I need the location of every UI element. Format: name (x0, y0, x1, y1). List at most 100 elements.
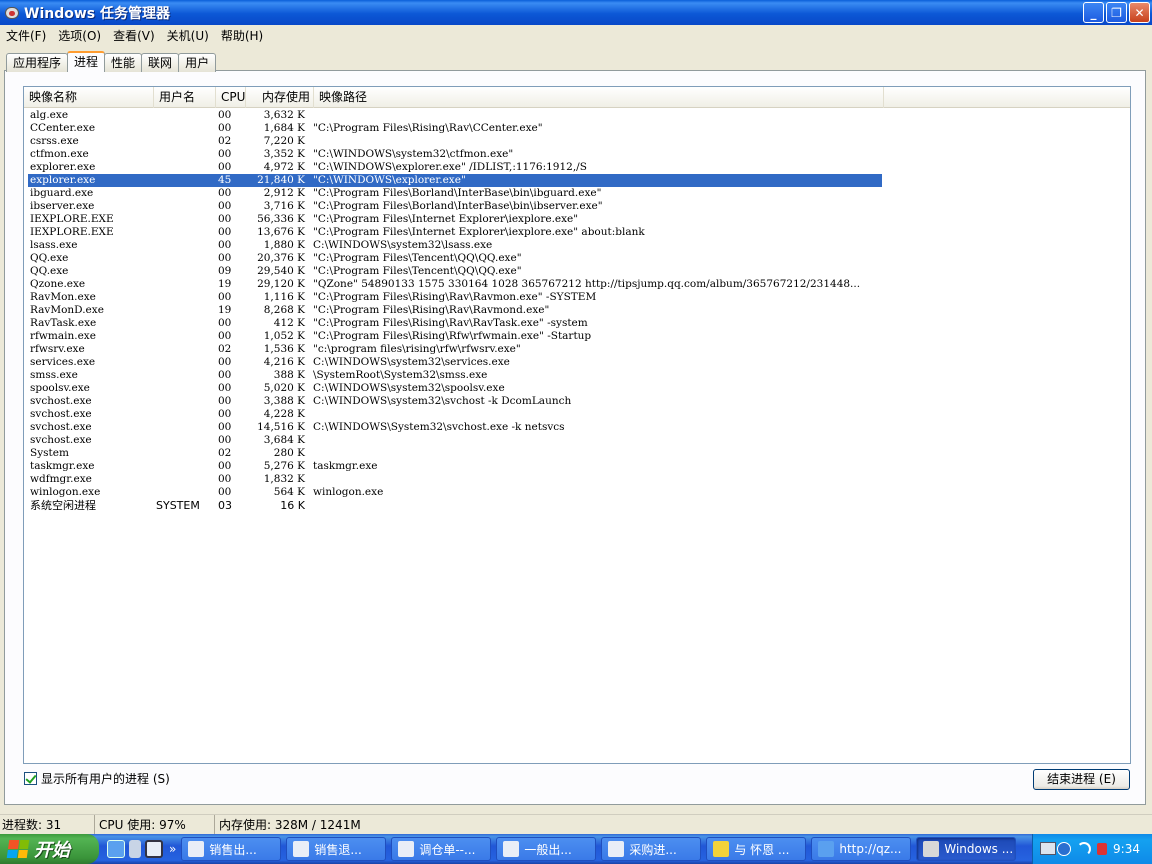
process-row[interactable]: IEXPLORE.EXE 00 56,336 K "C:\Program Files\… (28, 213, 882, 226)
process-row[interactable]: QQ.exe 00 20,376 K "C:\Program Files\Tencen… (28, 252, 882, 265)
process-row[interactable]: svchost.exe 00 3,388 K C:\WINDOWS\system32\… (28, 395, 882, 408)
process-path: "C:\WINDOWS\explorer.exe" /IDLIST,:1176:… (313, 161, 587, 173)
process-row[interactable]: rfwmain.exe 00 1,052 K "C:\Program Files\Ri… (28, 330, 882, 343)
process-path: C:\WINDOWS\system32\services.exe (313, 356, 510, 368)
minimize-button[interactable]: _ (1083, 2, 1104, 23)
process-row[interactable]: svchost.exe 00 14,516 K C:\WINDOWS\System32… (28, 421, 882, 434)
menu-file[interactable]: 文件(F) (0, 27, 52, 44)
tab-networking[interactable]: 联网 (141, 53, 180, 72)
process-cpu: 00 (218, 213, 232, 225)
tab-users[interactable]: 用户 (178, 53, 217, 72)
ie-icon (818, 841, 835, 857)
taskbar-button[interactable]: Windows ... (916, 837, 1017, 861)
taskbar-button[interactable]: 一般出... (496, 837, 597, 861)
process-row[interactable]: Qzone.exe 19 29,120 K "QZone" 54890133 1575… (28, 278, 882, 291)
taskbar-button[interactable]: 销售出... (181, 837, 282, 861)
restore-button[interactable]: ❐ (1106, 2, 1127, 23)
process-row[interactable]: RavMon.exe 00 1,116 K "C:\Program Files\Ris… (28, 291, 882, 304)
process-row[interactable]: alg.exe 00 3,632 K (28, 109, 882, 122)
process-user (154, 226, 216, 239)
process-path: C:\WINDOWS\system32\spoolsv.exe (313, 382, 505, 394)
tab-applications[interactable]: 应用程序 (6, 53, 69, 72)
tab-processes[interactable]: 进程 (67, 51, 106, 72)
process-row[interactable]: explorer.exe 00 4,972 K "C:\WINDOWS\explore… (28, 161, 882, 174)
document-quicklaunch-icon[interactable] (129, 840, 141, 858)
process-row[interactable]: services.exe 00 4,216 K C:\WINDOWS\system32… (28, 356, 882, 369)
process-row[interactable]: ibserver.exe 00 3,716 K "C:\Program Files\B… (28, 200, 882, 213)
taskbar-buttons: 销售出... 销售退... 调仓单--... 一般出... 采购进... 与 怀恩 ...… (176, 837, 1017, 861)
process-list[interactable]: 映像名称 用户名 CPU 内存使用 映像路径 alg.exe 00 3,632 KC… (23, 86, 1131, 764)
taskbar-button[interactable]: 调仓单--... (391, 837, 492, 861)
process-row[interactable]: CCenter.exe 00 1,684 K "C:\Program Files\Ri… (28, 122, 882, 135)
process-cpu: 00 (218, 369, 232, 381)
desktop-quicklaunch-icon[interactable] (145, 840, 163, 858)
process-row[interactable]: System 02 280 K (28, 447, 882, 460)
back-arrow-icon[interactable] (1057, 842, 1072, 856)
process-cpu: 02 (218, 343, 232, 355)
taskbar-button[interactable]: http://qz... (811, 837, 912, 861)
process-name: RavMon.exe (30, 291, 96, 303)
end-process-button[interactable]: 结束进程 (E) (1033, 769, 1130, 790)
process-memory: 5,020 K (263, 382, 305, 394)
process-user (154, 122, 216, 135)
process-row[interactable]: svchost.exe 00 4,228 K (28, 408, 882, 421)
process-row[interactable]: smss.exe 00 388 K \SystemRoot\System32\smss… (28, 369, 882, 382)
process-cpu: 00 (218, 421, 232, 433)
menu-view[interactable]: 查看(V) (107, 27, 161, 44)
process-row[interactable]: IEXPLORE.EXE 00 13,676 K "C:\Program Files\… (28, 226, 882, 239)
ie-quicklaunch-icon[interactable] (107, 840, 125, 858)
process-row[interactable]: rfwsrv.exe 02 1,536 K "c:\program files\ris… (28, 343, 882, 356)
quicklaunch-more-icon[interactable]: » (169, 842, 176, 856)
process-row[interactable]: wdfmgr.exe 00 1,832 K (28, 473, 882, 486)
keyboard-language-icon[interactable] (1040, 842, 1056, 855)
process-row[interactable]: lsass.exe 00 1,880 K C:\WINDOWS\system32\ls… (28, 239, 882, 252)
wifi-icon[interactable] (1077, 842, 1092, 856)
taskbar-button[interactable]: 采购进... (601, 837, 702, 861)
process-path: "C:\Program Files\Borland\InterBase\bin\… (313, 200, 603, 212)
process-path: "C:\Program Files\Rising\Rav\CCenter.exe… (313, 122, 543, 134)
show-all-users-checkbox[interactable] (24, 772, 37, 785)
column-header-user[interactable]: 用户名 (154, 87, 216, 108)
process-memory: 4,216 K (263, 356, 305, 368)
process-row[interactable]: 系统空闲进程 SYSTEM 03 16 K (28, 499, 882, 513)
process-row[interactable]: ctfmon.exe 00 3,352 K "C:\WINDOWS\system32\… (28, 148, 882, 161)
process-row[interactable]: winlogon.exe 00 564 K winlogon.exe (28, 486, 882, 499)
close-button[interactable]: ✕ (1129, 2, 1150, 23)
process-user (154, 148, 216, 161)
show-all-users-option[interactable]: 显示所有用户的进程 (S) (24, 770, 170, 787)
process-cpu: 00 (218, 252, 232, 264)
process-row[interactable]: RavMonD.exe 19 8,268 K "C:\Program Files\Ri… (28, 304, 882, 317)
column-header-cpu[interactable]: CPU (216, 87, 246, 108)
process-user (154, 304, 216, 317)
process-memory: 4,972 K (263, 161, 305, 173)
tab-performance[interactable]: 性能 (104, 53, 143, 72)
taskbar-button-label: 与 怀恩 ... (734, 842, 790, 857)
menu-help[interactable]: 帮助(H) (215, 27, 269, 44)
start-button[interactable]: 开始 (0, 834, 99, 864)
column-header-name[interactable]: 映像名称 (24, 87, 154, 108)
process-row[interactable]: spoolsv.exe 00 5,020 K C:\WINDOWS\system32\… (28, 382, 882, 395)
column-header-path[interactable]: 映像路径 (314, 87, 884, 108)
process-row[interactable]: RavTask.exe 00 412 K "C:\Program Files\Risi… (28, 317, 882, 330)
process-row[interactable]: svchost.exe 00 3,684 K (28, 434, 882, 447)
title-bar[interactable]: Windows 任务管理器 _ ❐ ✕ (0, 0, 1152, 25)
process-row[interactable]: QQ.exe 09 29,540 K "C:\Program Files\Tencen… (28, 265, 882, 278)
menu-options[interactable]: 选项(O) (52, 27, 107, 44)
taskbar-button[interactable]: 与 怀恩 ... (706, 837, 807, 861)
process-path: C:\WINDOWS\System32\svchost.exe -k netsv… (313, 421, 565, 433)
taskbar-button-label: 销售退... (314, 842, 362, 857)
process-row[interactable]: taskmgr.exe 00 5,276 K taskmgr.exe (28, 460, 882, 473)
process-row[interactable]: explorer.exe 45 21,840 K "C:\WINDOWS\explor… (27, 173, 883, 188)
rising-antivirus-icon[interactable] (1097, 843, 1108, 855)
process-name: System (30, 447, 69, 459)
process-row[interactable]: csrss.exe 02 7,220 K (28, 135, 882, 148)
status-cpu-usage: CPU 使用: 97% (95, 815, 215, 835)
process-name: RavMonD.exe (30, 304, 104, 316)
menu-shutdown[interactable]: 关机(U) (161, 27, 215, 44)
process-memory: 29,540 K (257, 265, 305, 277)
taskbar-button[interactable]: 销售退... (286, 837, 387, 861)
window-title: Windows 任务管理器 (24, 5, 170, 22)
taskbar-button-label: 一般出... (524, 842, 572, 857)
column-header-memory[interactable]: 内存使用 (246, 87, 314, 108)
process-row[interactable]: ibguard.exe 00 2,912 K "C:\Program Files\Bo… (28, 187, 882, 200)
